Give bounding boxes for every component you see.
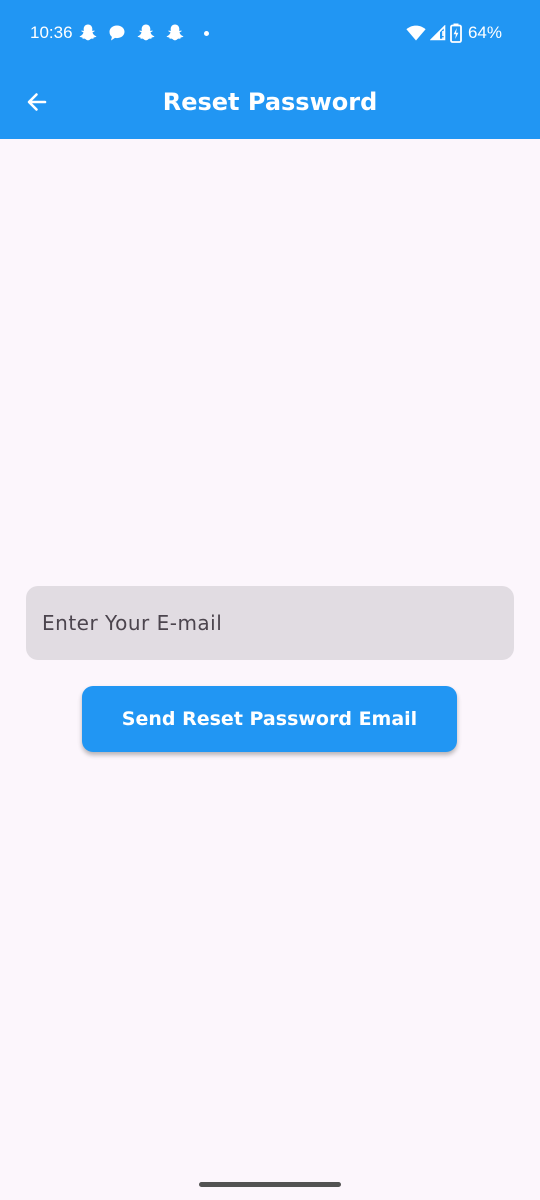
app-header: 10:36 64% Reset Password bbox=[0, 0, 540, 139]
status-time: 10:36 bbox=[30, 23, 73, 42]
home-indicator[interactable] bbox=[199, 1182, 341, 1187]
snapchat-icon bbox=[79, 24, 97, 41]
wifi-icon bbox=[406, 25, 426, 41]
chat-icon bbox=[109, 25, 125, 41]
email-input[interactable] bbox=[26, 586, 514, 660]
battery-percentage: 64% bbox=[467, 23, 502, 42]
snapchat-icon bbox=[166, 24, 184, 41]
status-right-icons: 64% bbox=[406, 22, 502, 44]
snapchat-icon bbox=[137, 24, 155, 41]
send-reset-password-email-button[interactable]: Send Reset Password Email bbox=[82, 686, 457, 752]
more-notifications-dot-icon bbox=[204, 30, 209, 36]
notification-icons bbox=[78, 23, 209, 43]
cellular-signal-icon bbox=[429, 25, 446, 41]
page-title: Reset Password bbox=[162, 88, 378, 116]
battery-charging-icon bbox=[450, 23, 462, 43]
status-bar: 10:36 64% bbox=[0, 0, 540, 66]
